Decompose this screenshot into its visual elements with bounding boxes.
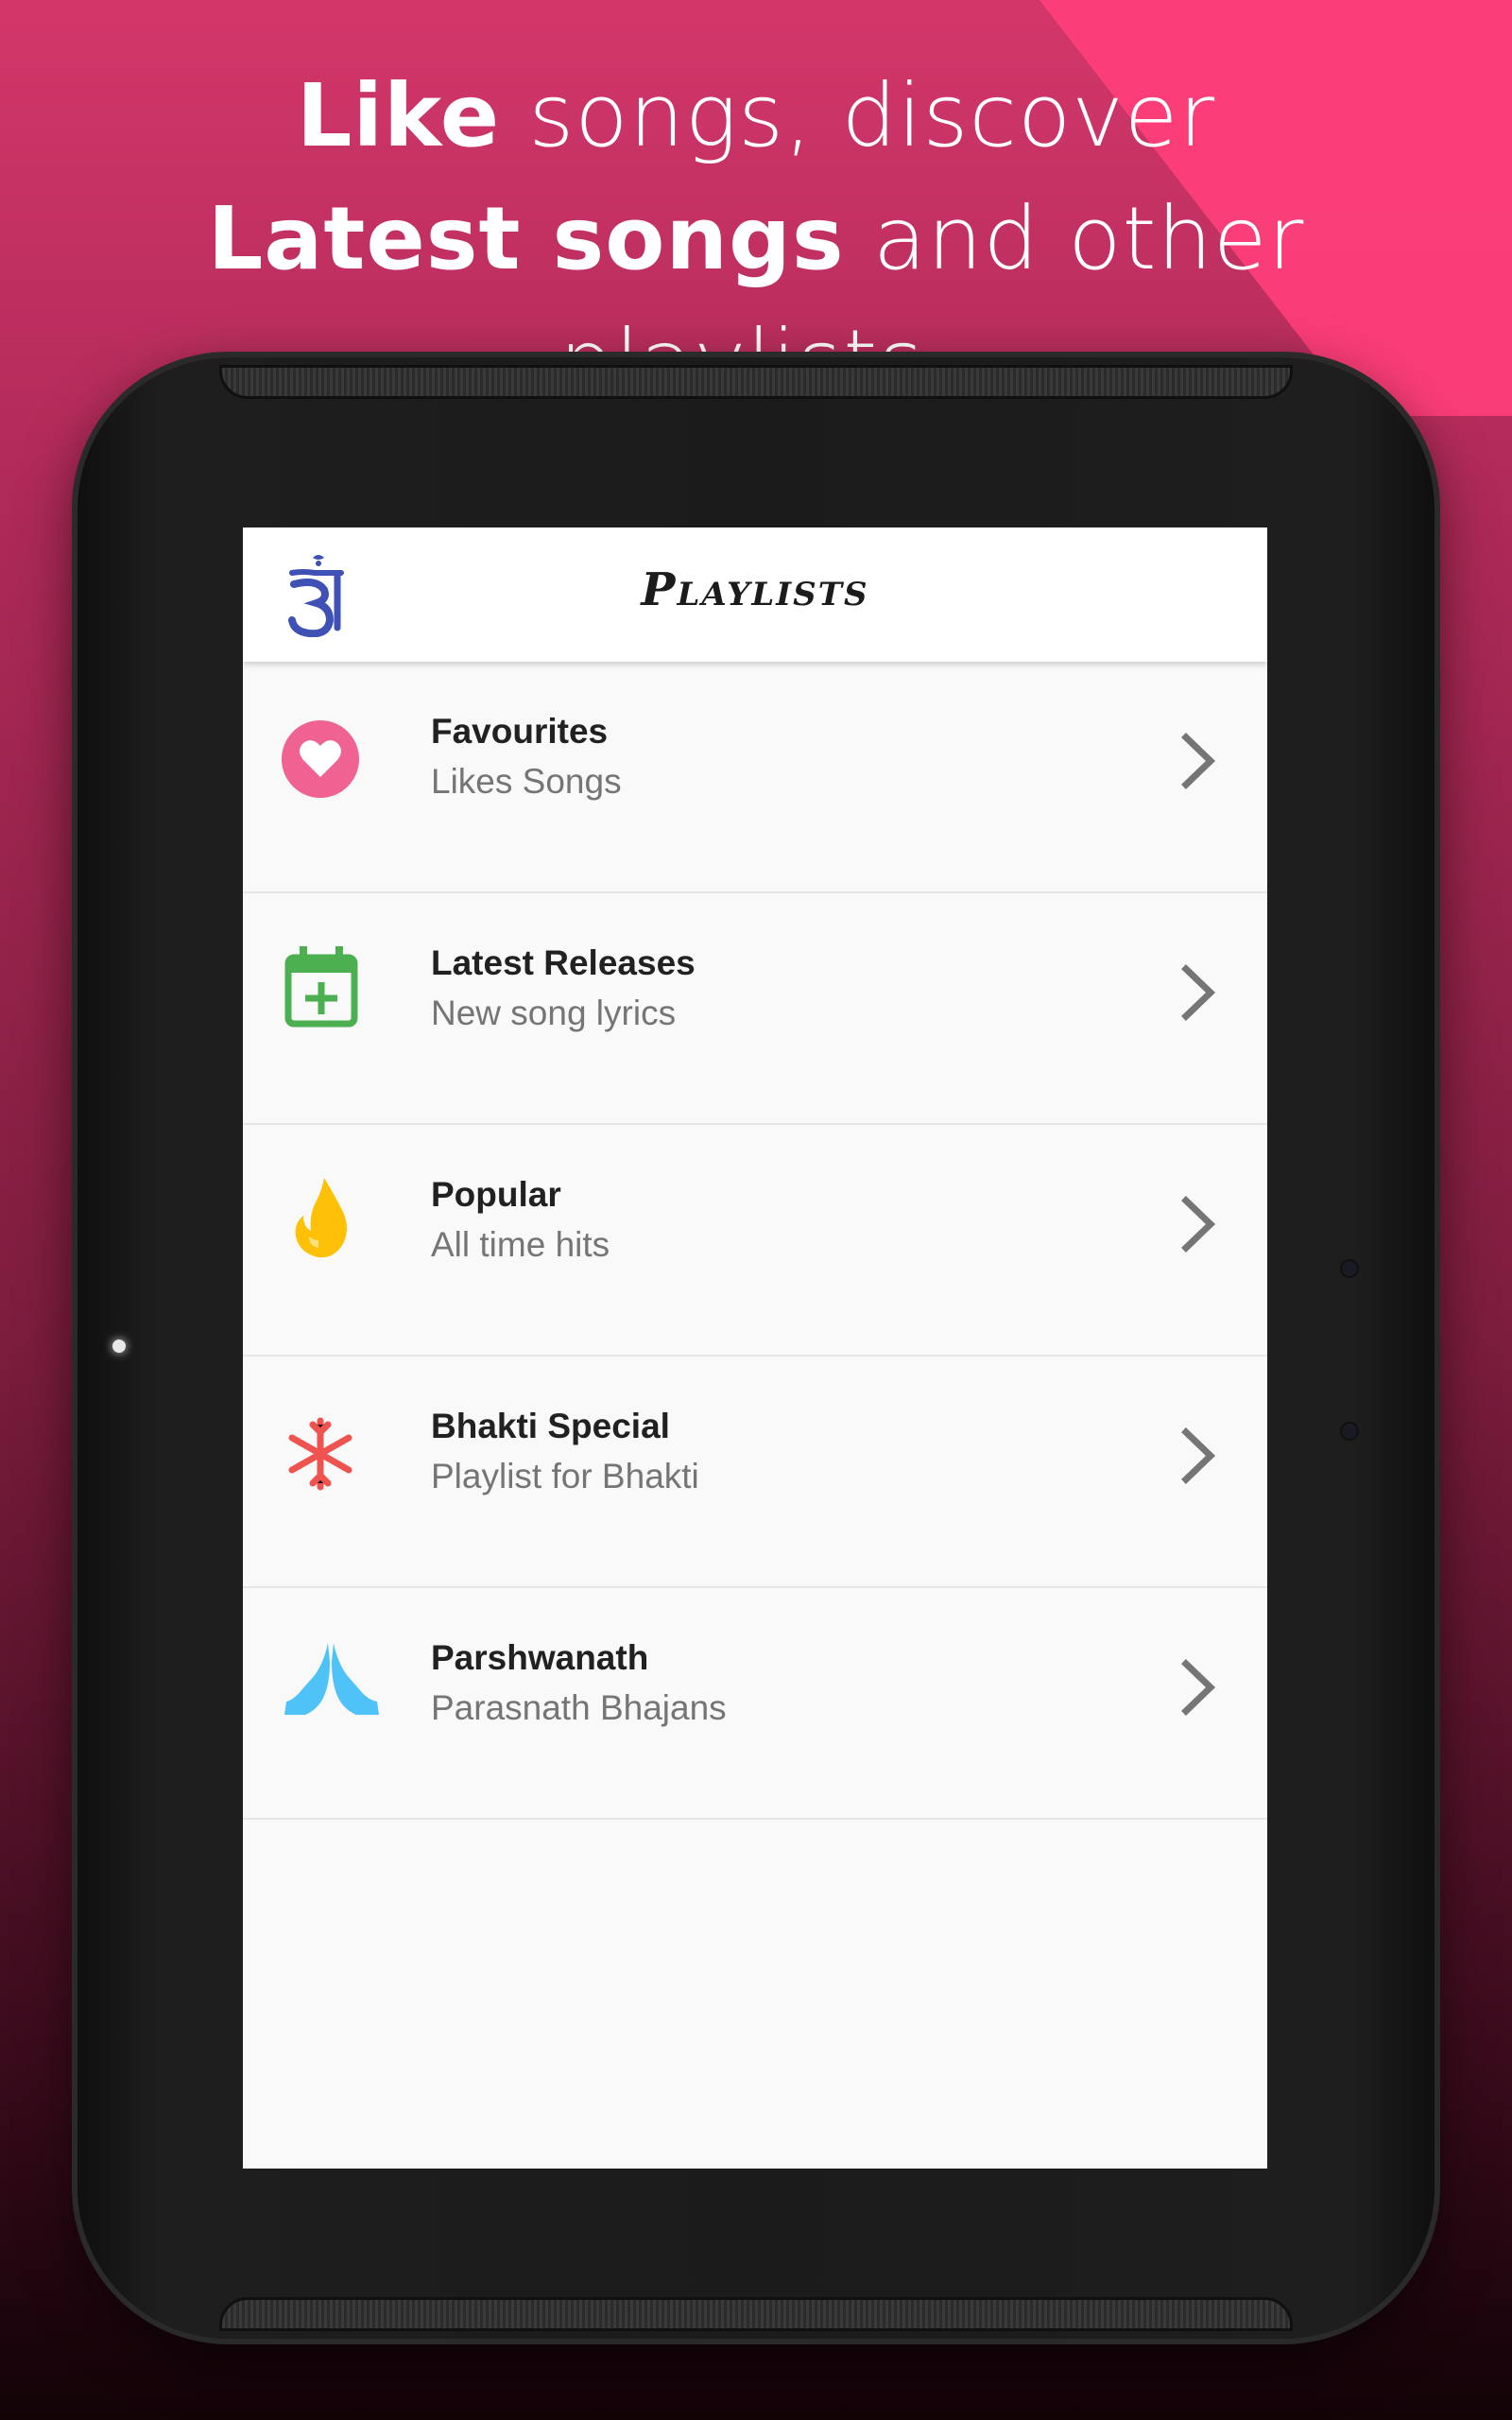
headline-bold-1: Like [296, 65, 501, 166]
playlist-subtitle: Parasnath Bhajans [431, 1688, 727, 1727]
playlist-title: Latest Releases [431, 943, 696, 982]
playlist-text: Bhakti Special Playlist for Bhakti [431, 1404, 699, 1504]
bottom-speaker-grille [219, 2297, 1293, 2331]
sensor-dot [1342, 1261, 1357, 1276]
chevron-right-icon [1181, 1427, 1216, 1484]
playlist-item-parshwanath[interactable]: Parshwanath Parasnath Bhajans [243, 1588, 1267, 1820]
app-bar: Playlists [243, 527, 1267, 662]
asterisk-icon [288, 1417, 352, 1491]
chevron-right-icon [1181, 964, 1216, 1021]
headline-text-1: songs, discover [500, 65, 1216, 166]
playlist-subtitle: New song lyrics [431, 994, 677, 1032]
front-camera [1342, 1424, 1357, 1439]
heart-icon [282, 720, 359, 798]
playlist-item-popular[interactable]: Popular All time hits [243, 1125, 1267, 1357]
chevron-right-icon [1181, 733, 1216, 789]
calendar-plus-icon [284, 946, 358, 1028]
headline-line-1: Like songs, discover [0, 55, 1512, 178]
playlist-title: Bhakti Special [431, 1407, 670, 1445]
notification-led [112, 1340, 126, 1353]
playlist-subtitle: Playlist for Bhakti [431, 1457, 699, 1495]
top-speaker-grille [219, 365, 1293, 399]
page-title: Playlists [641, 563, 869, 616]
playlist-text: Parshwanath Parasnath Bhajans [431, 1635, 727, 1736]
playlist-item-bhakti-special[interactable]: Bhakti Special Playlist for Bhakti [243, 1357, 1267, 1588]
playlist-text: Favourites Likes Songs [431, 709, 622, 809]
chevron-right-icon [1181, 1659, 1216, 1716]
playlist-text: Latest Releases New song lyrics [431, 941, 696, 1041]
playlist-title: Popular [431, 1175, 561, 1214]
playlist-subtitle: All time hits [431, 1225, 610, 1264]
playlist-title: Favourites [431, 712, 609, 751]
playlist-item-latest-releases[interactable]: Latest Releases New song lyrics [243, 893, 1267, 1125]
headline-bold-2: Latest songs [207, 188, 845, 289]
praying-hands-icon [284, 1643, 379, 1715]
playlist-subtitle: Likes Songs [431, 762, 622, 801]
playlist-text: Popular All time hits [431, 1172, 610, 1272]
flame-icon [295, 1178, 347, 1258]
chevron-right-icon [1181, 1196, 1216, 1253]
app-screen: Playlists Favourites Likes Songs Latest … [243, 527, 1267, 2169]
playlist-title: Parshwanath [431, 1638, 649, 1677]
playlist-list: Favourites Likes Songs Latest Releases N… [243, 662, 1267, 1820]
playlist-item-favourites[interactable]: Favourites Likes Songs [243, 662, 1267, 893]
